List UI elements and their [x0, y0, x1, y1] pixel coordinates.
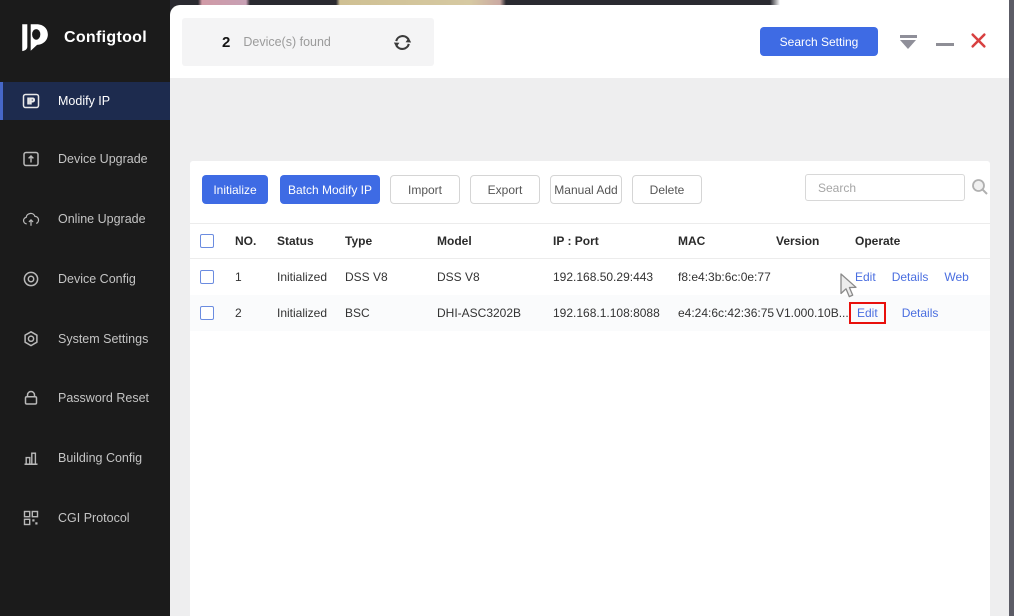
search-box [805, 174, 965, 201]
sidebar-item-device-config[interactable]: Device Config [0, 260, 170, 298]
batch-modify-ip-button[interactable]: Batch Modify IP [280, 175, 380, 204]
cell-mac: e4:24:6c:42:36:75 [678, 306, 775, 320]
column-header-no: NO. [235, 234, 257, 248]
delete-button[interactable]: Delete [632, 175, 702, 204]
details-link[interactable]: Details [892, 270, 929, 284]
building-config-icon [22, 449, 40, 467]
sidebar-item-label: Building Config [58, 451, 143, 465]
online-upgrade-icon [22, 210, 40, 228]
sidebar: Configtool IP Modify IP Device Upgrade O… [0, 0, 170, 616]
cell-model: DSS V8 [437, 270, 480, 284]
sidebar-item-building-config[interactable]: Building Config [0, 439, 170, 477]
table-row: 1 Initialized DSS V8 DSS V8 192.168.50.2… [190, 259, 990, 295]
column-header-ip-port: IP : Port [553, 234, 599, 248]
password-reset-icon [22, 389, 40, 407]
device-table-card: Initialize Batch Modify IP Import Export… [190, 161, 990, 616]
app-title: Configtool [64, 29, 147, 46]
cell-mac: f8:e4:3b:6c:0e:77 [678, 270, 771, 284]
dropdown-triangle-icon[interactable] [900, 35, 918, 51]
column-header-type: Type [345, 234, 373, 248]
sidebar-item-label: CGI Protocol [58, 511, 130, 525]
export-button[interactable]: Export [470, 175, 540, 204]
close-icon [971, 33, 986, 48]
sidebar-item-password-reset[interactable]: Password Reset [0, 379, 170, 417]
search-icon [972, 179, 988, 195]
device-upgrade-icon [22, 150, 40, 168]
initialize-button[interactable]: Initialize [202, 175, 268, 204]
search-setting-button[interactable]: Search Setting [760, 27, 878, 56]
refresh-icon [393, 34, 411, 50]
main-window: 2 Device(s) found Search Setting Initial… [170, 5, 1009, 616]
cell-ip-port: 192.168.50.29:443 [553, 270, 654, 284]
column-header-operate: Operate [855, 234, 901, 248]
device-config-icon [22, 270, 40, 288]
cell-no: 2 [235, 306, 242, 320]
cell-type: BSC [345, 306, 370, 320]
sidebar-item-online-upgrade[interactable]: Online Upgrade [0, 200, 170, 238]
search-input[interactable] [806, 175, 964, 200]
toolbar: Initialize Batch Modify IP Import Export… [202, 175, 702, 204]
details-link[interactable]: Details [902, 306, 939, 320]
svg-text:IP: IP [27, 97, 35, 106]
refresh-button[interactable] [390, 30, 414, 54]
cell-version: V1.000.10B... [776, 306, 849, 320]
row-checkbox[interactable] [200, 270, 214, 284]
sidebar-item-label: Online Upgrade [58, 212, 146, 226]
table-row: 2 Initialized BSC DHI-ASC3202B 192.168.1… [190, 295, 990, 331]
sidebar-item-label: Device Upgrade [58, 152, 148, 166]
column-header-version: Version [776, 234, 820, 248]
desktop-background-edge [1009, 0, 1014, 616]
column-header-mac: MAC [678, 234, 706, 248]
sidebar-item-modify-ip[interactable]: IP Modify IP [0, 82, 170, 120]
cell-ip-port: 192.168.1.108:8088 [553, 306, 660, 320]
cell-status: Initialized [277, 306, 328, 320]
select-all-checkbox[interactable] [200, 234, 214, 248]
device-found-bar: 2 Device(s) found [182, 18, 434, 66]
edit-link[interactable]: Edit [855, 270, 876, 284]
cell-type: DSS V8 [345, 270, 388, 284]
minimize-button[interactable] [936, 39, 954, 49]
content-background: Initialize Batch Modify IP Import Export… [170, 78, 1009, 616]
sidebar-item-label: Password Reset [58, 391, 150, 405]
cgi-protocol-icon [22, 509, 40, 527]
cell-status: Initialized [277, 270, 328, 284]
table-header-row: NO. Status Type Model IP : Port MAC Vers… [190, 223, 990, 259]
device-found-label: Device(s) found [243, 35, 331, 49]
sidebar-item-device-upgrade[interactable]: Device Upgrade [0, 140, 170, 178]
manual-add-button[interactable]: Manual Add [550, 175, 622, 204]
dahua-logo-icon [22, 24, 48, 52]
cell-model: DHI-ASC3202B [437, 306, 522, 320]
app-logo: Configtool [0, 0, 170, 76]
sidebar-item-cgi-protocol[interactable]: CGI Protocol [0, 499, 170, 537]
sidebar-item-label: Modify IP [58, 94, 111, 108]
edit-link[interactable]: Edit [857, 306, 878, 320]
search-submit-button[interactable] [970, 177, 990, 197]
column-header-status: Status [277, 234, 314, 248]
web-link[interactable]: Web [944, 270, 968, 284]
sidebar-item-system-settings[interactable]: System Settings [0, 320, 170, 358]
sidebar-item-label: System Settings [58, 332, 149, 346]
close-button[interactable] [970, 32, 988, 50]
column-header-model: Model [437, 234, 472, 248]
import-button[interactable]: Import [390, 175, 460, 204]
cell-no: 1 [235, 270, 242, 284]
modify-ip-icon: IP [22, 92, 40, 110]
system-settings-icon [22, 330, 40, 348]
sidebar-item-label: Device Config [58, 272, 136, 286]
edit-highlight-box: Edit [849, 302, 886, 324]
device-count: 2 [222, 33, 231, 51]
row-checkbox[interactable] [200, 306, 214, 320]
